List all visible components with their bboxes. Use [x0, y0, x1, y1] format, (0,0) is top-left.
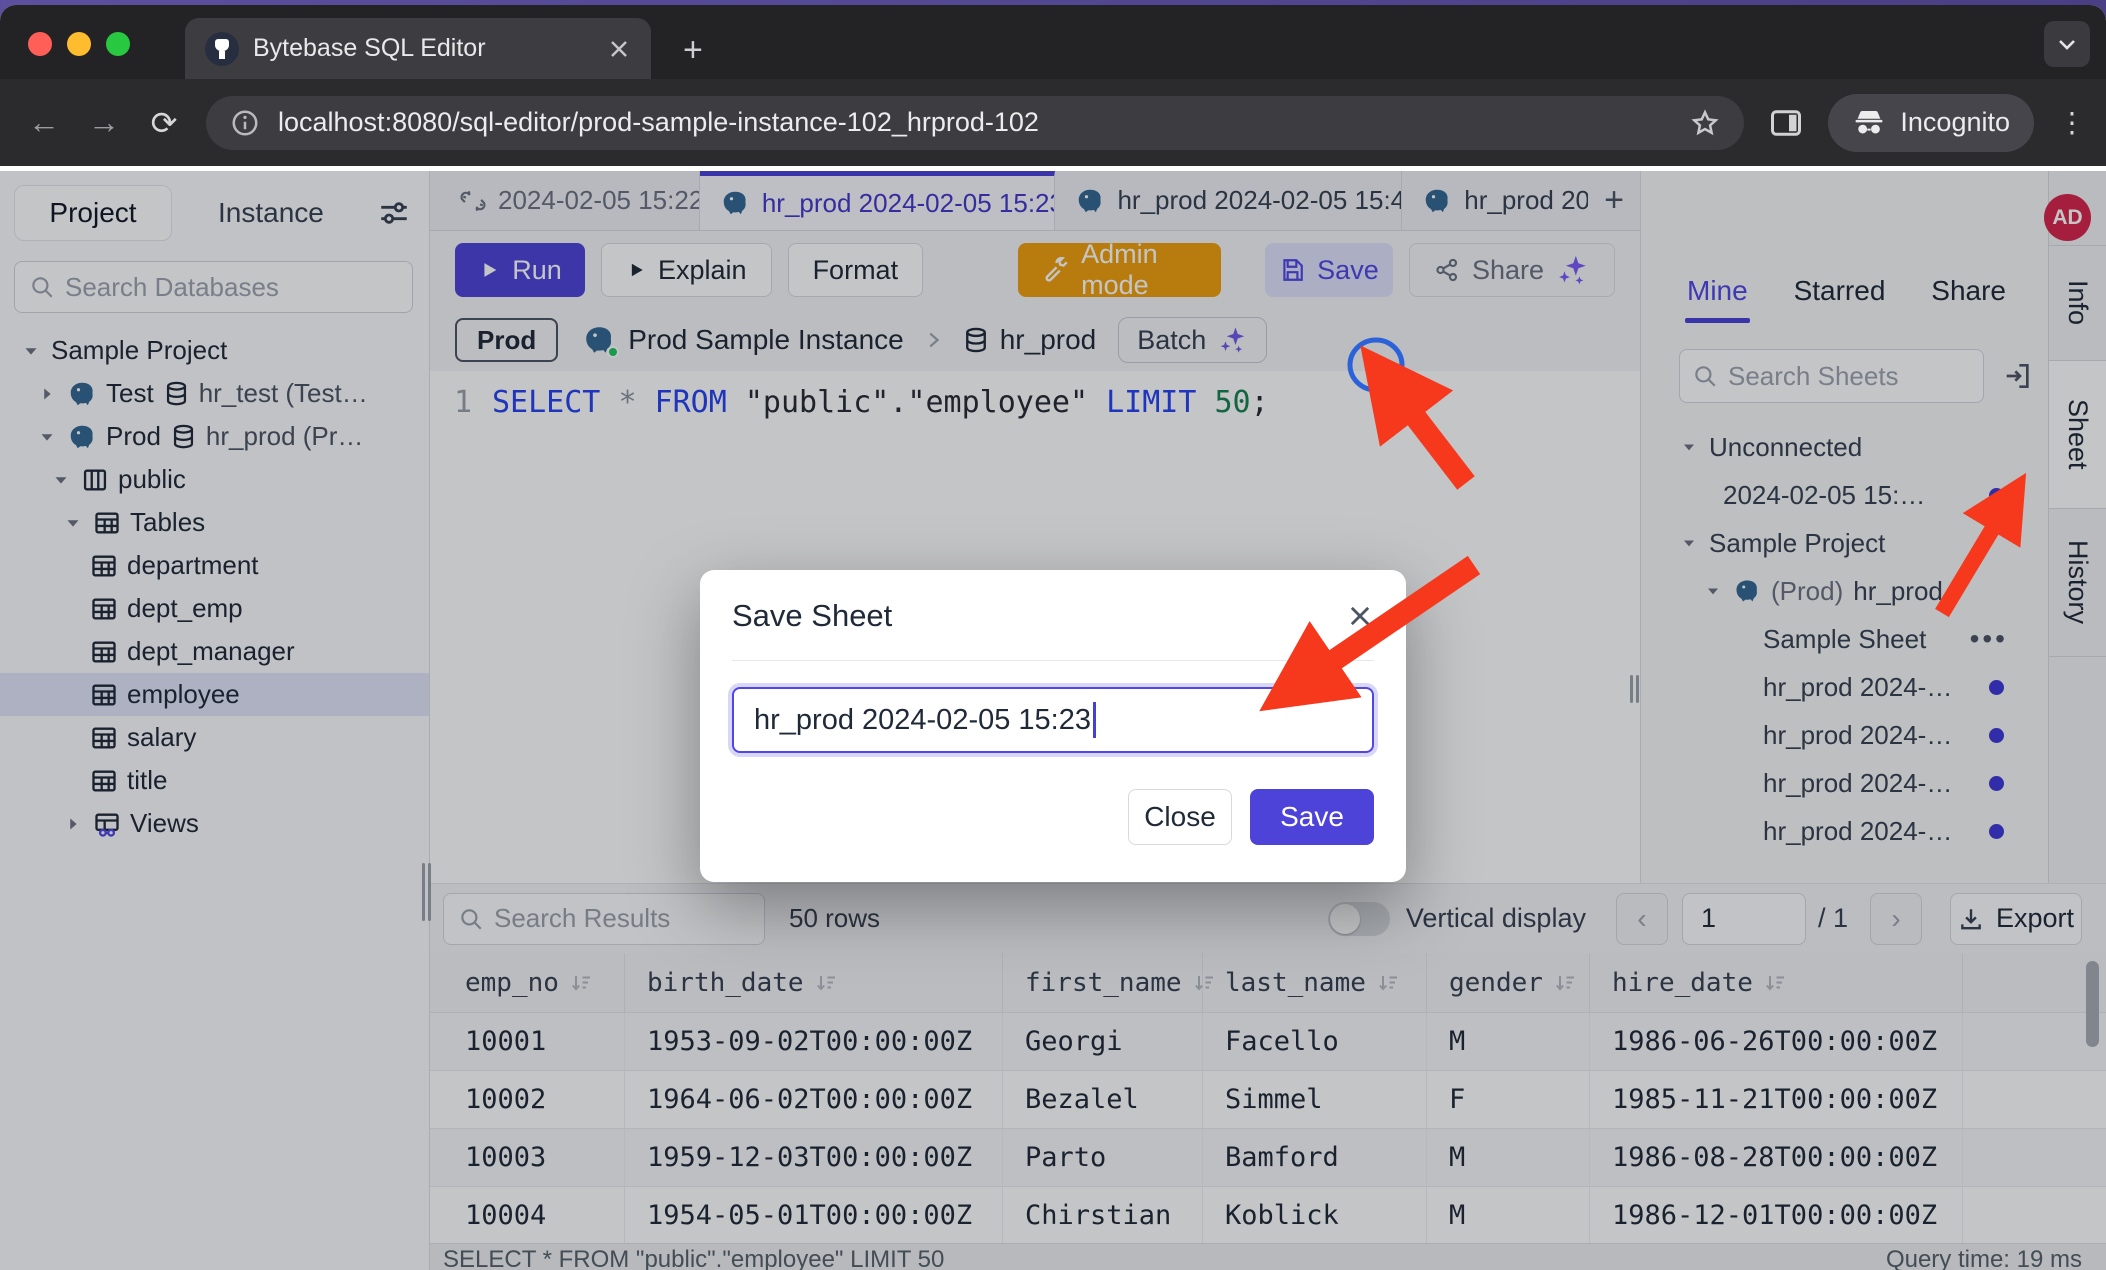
browser-tab-title: Bytebase SQL Editor [253, 34, 593, 63]
close-dialog-icon[interactable] [1346, 602, 1374, 630]
save-sheet-dialog: Save Sheet hr_prod 2024-02-05 15:23 Clos… [700, 570, 1406, 882]
text-caret [1093, 702, 1096, 738]
back-button[interactable]: ← [26, 104, 62, 141]
reload-button[interactable]: ⟳ [146, 104, 182, 142]
dialog-title: Save Sheet [732, 598, 892, 634]
close-tab-icon[interactable] [607, 37, 631, 61]
address-bar[interactable]: localhost:8080/sql-editor/prod-sample-in… [206, 96, 1744, 150]
sheet-name-input[interactable]: hr_prod 2024-02-05 15:23 [732, 687, 1374, 753]
incognito-label: Incognito [1900, 107, 2010, 138]
dialog-save-button[interactable]: Save [1250, 789, 1374, 845]
bytebase-logo-icon [205, 32, 239, 66]
close-window-button[interactable] [28, 32, 52, 56]
dialog-divider [732, 660, 1374, 661]
site-info-icon[interactable] [230, 108, 260, 138]
side-panel-icon[interactable] [1768, 105, 1804, 141]
browser-navbar: ← → ⟳ localhost:8080/sql-editor/prod-sam… [0, 79, 2106, 166]
browser-tab-strip: Bytebase SQL Editor + [0, 5, 2106, 79]
incognito-icon [1852, 106, 1886, 140]
incognito-badge: Incognito [1828, 94, 2034, 152]
new-tab-button[interactable]: + [683, 33, 703, 67]
forward-button[interactable]: → [86, 104, 122, 141]
browser-window: Bytebase SQL Editor + ← → ⟳ localhost:80… [0, 5, 2106, 1270]
screen: Bytebase SQL Editor + ← → ⟳ localhost:80… [0, 0, 2106, 1270]
minimize-window-button[interactable] [67, 32, 91, 56]
zoom-window-button[interactable] [106, 32, 130, 56]
url-text[interactable]: localhost:8080/sql-editor/prod-sample-in… [278, 107, 1672, 138]
macos-window-controls[interactable] [28, 32, 130, 56]
close-button[interactable]: Close [1128, 789, 1232, 845]
browser-menu-button[interactable]: ⋮ [2058, 106, 2080, 139]
browser-tab[interactable]: Bytebase SQL Editor [185, 18, 651, 79]
bookmark-star-icon[interactable] [1690, 108, 1720, 138]
tab-search-button[interactable] [2044, 21, 2090, 67]
chevron-down-icon [2055, 32, 2079, 56]
